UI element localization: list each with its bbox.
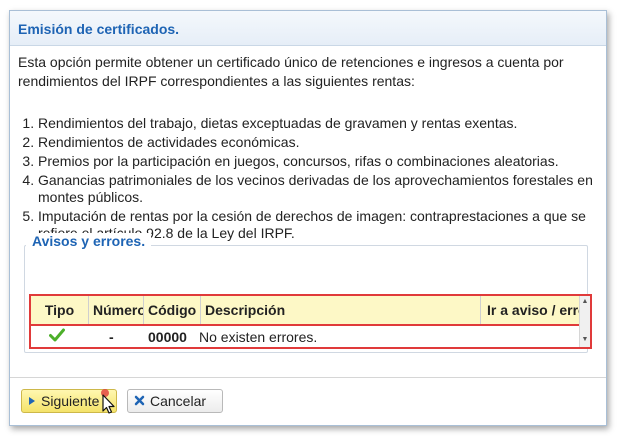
row-numero: - [109,329,114,345]
table-header: Tipo Número Código Descripción Ir a avis… [31,296,586,326]
siguiente-label: Siguiente [41,393,100,409]
row-codigo: 00000 [148,329,187,345]
errors-table: Tipo Número Código Descripción Ir a avis… [29,294,592,349]
list-item: Ganancias patrimoniales de los vecinos d… [38,172,612,206]
column-header-codigo[interactable]: Código [144,296,201,324]
list-item: Premios por la participación en juegos, … [38,153,612,170]
cancelar-label: Cancelar [150,393,207,409]
dialog-titlebar: Emisión de certificados. [10,11,606,46]
list-item: Rendimientos de actividades económicas. [38,134,612,151]
rentas-list: Rendimientos del trabajo, dietas exceptu… [18,115,612,244]
check-icon [49,326,69,347]
row-descripcion: No existen errores. [199,329,318,345]
column-header-tipo[interactable]: Tipo [31,296,89,324]
column-header-ir-a[interactable]: Ir a aviso / error [481,296,586,324]
certificate-dialog: Emisión de certificados. Esta opción per… [9,10,607,426]
scroll-down-icon[interactable]: ▼ [580,336,590,343]
column-header-numero[interactable]: Número [89,296,144,324]
table-scrollbar[interactable]: ▲ ▼ [579,296,590,347]
intro-text: Esta opción permite obtener un certifica… [18,54,564,89]
list-item: Rendimientos del trabajo, dietas exceptu… [38,115,612,132]
play-arrow-icon [28,390,36,412]
dialog-title: Emisión de certificados. [18,21,180,37]
close-icon [134,390,145,412]
column-header-descripcion[interactable]: Descripción [201,296,481,324]
table-row[interactable]: - 00000 No existen errores. [31,326,586,347]
mouse-cursor-icon [97,389,119,422]
scroll-up-icon[interactable]: ▲ [580,298,590,305]
cancelar-button[interactable]: Cancelar [127,389,223,413]
avisos-legend: Avisos y errores. [26,233,152,249]
